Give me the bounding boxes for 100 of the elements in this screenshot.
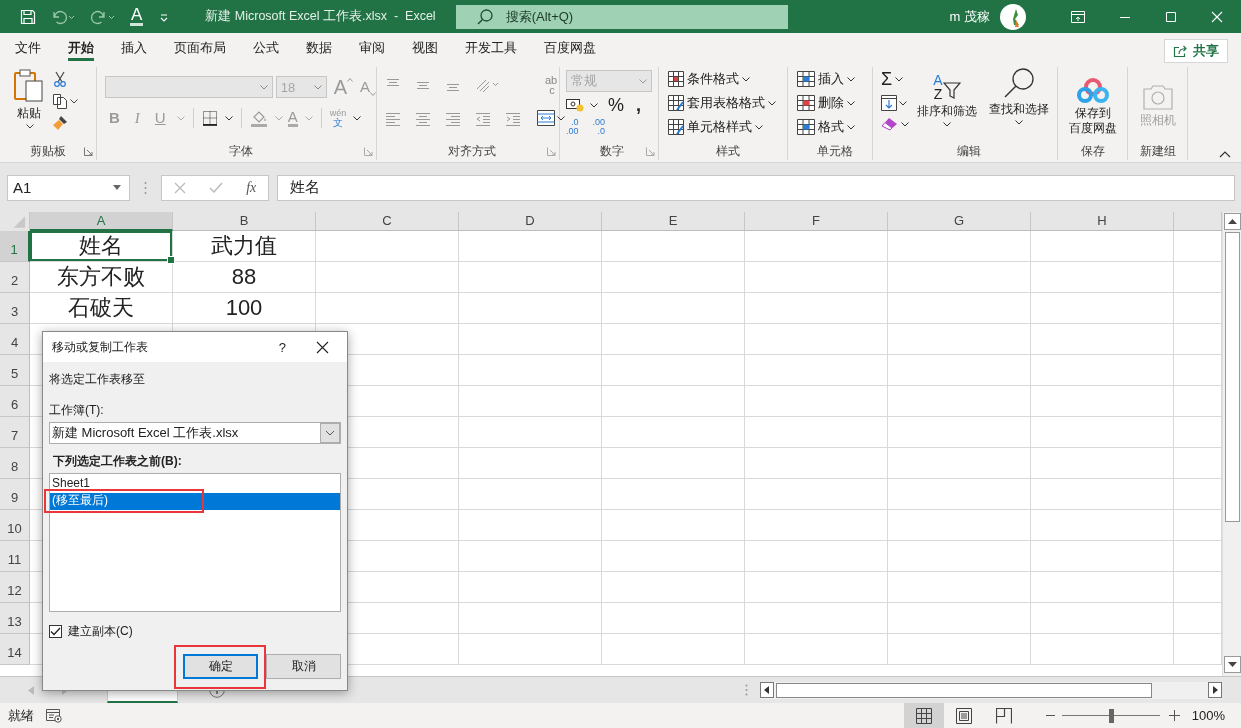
menu-tab[interactable]: 视图	[403, 33, 447, 63]
orientation-icon[interactable]	[475, 77, 501, 93]
list-item[interactable]: Sheet1	[50, 476, 340, 493]
copy-checkbox[interactable]	[49, 624, 62, 638]
row-header[interactable]: 1	[0, 231, 30, 262]
row-header[interactable]: 14	[0, 634, 30, 665]
zoom-slider-thumb[interactable]	[1108, 708, 1114, 723]
scissors-icon[interactable]	[52, 71, 68, 87]
ribbon-display-icon[interactable]	[1071, 10, 1085, 23]
scroll-up-icon[interactable]	[1223, 213, 1241, 230]
styles-button[interactable]: 单元格样式	[668, 117, 787, 137]
check-icon[interactable]	[208, 181, 223, 194]
view-button[interactable]	[903, 703, 944, 728]
decrease-indent-icon[interactable]	[475, 112, 491, 126]
menu-tab[interactable]: 数据	[297, 33, 341, 63]
cells-button[interactable]: 格式	[797, 117, 872, 137]
currency-icon[interactable]	[566, 98, 584, 112]
search-field[interactable]: 搜索(Alt+Q)	[455, 4, 788, 29]
name-box[interactable]: A1	[7, 174, 130, 201]
avatar-icon[interactable]	[1000, 3, 1026, 30]
zoom-in-icon[interactable]	[1168, 710, 1180, 721]
column-header[interactable]: G	[888, 212, 1031, 231]
eraser-icon[interactable]	[881, 117, 899, 131]
caret-icon[interactable]	[590, 102, 598, 108]
redo-icon[interactable]	[90, 8, 116, 25]
decrease-decimal-button[interactable]: .00 .0	[592, 118, 606, 136]
increase-decimal-button[interactable]: .0 .00	[566, 118, 579, 136]
row-header[interactable]: 6	[0, 386, 30, 417]
fill-handle[interactable]	[167, 256, 175, 264]
row-header[interactable]: 7	[0, 417, 30, 448]
dialog-button[interactable]: 确定	[183, 654, 258, 679]
user-name[interactable]: m 茂稼	[949, 7, 990, 26]
comma-button[interactable]: ,	[636, 96, 642, 114]
merge-center-icon[interactable]	[537, 110, 555, 126]
menu-tab[interactable]: 审阅	[350, 33, 394, 63]
column-header[interactable]: A	[30, 212, 173, 231]
fill-down-icon[interactable]	[881, 95, 897, 111]
align-right-icon[interactable]	[445, 112, 461, 126]
checkbox-label[interactable]: 建立副本(C)	[68, 623, 133, 639]
align-left-icon[interactable]	[385, 112, 401, 126]
format-painter-icon[interactable]	[52, 115, 68, 131]
menu-tab[interactable]: 插入	[112, 33, 156, 63]
save-to-cloud-button[interactable]: 保存到 百度网盘	[1068, 77, 1117, 136]
help-button[interactable]: ?	[278, 339, 286, 355]
row-header[interactable]: 10	[0, 510, 30, 541]
caret-icon[interactable]	[899, 100, 907, 106]
styles-button[interactable]: 条件格式	[668, 69, 787, 89]
autosum-button[interactable]: Σ	[881, 69, 909, 89]
increase-indent-icon[interactable]	[505, 112, 521, 126]
insert-function-button[interactable]: fx	[246, 179, 257, 196]
font-color-button[interactable]: A	[130, 7, 144, 26]
dialog-launcher-icon[interactable]	[84, 146, 93, 156]
undo-icon[interactable]	[50, 8, 76, 25]
row-header[interactable]: 2	[0, 262, 30, 293]
copy-icon[interactable]	[52, 93, 68, 109]
horizontal-scrollbar[interactable]	[760, 681, 1222, 699]
sort-filter-button[interactable]: A Z 排序和筛选	[915, 67, 979, 127]
close-icon[interactable]	[316, 340, 329, 354]
list-item[interactable]: (移至最后)	[50, 493, 340, 510]
share-button[interactable]: 共享	[1164, 39, 1228, 63]
column-header[interactable]: H	[1031, 212, 1174, 231]
accessibility-icon[interactable]	[46, 708, 62, 723]
row-header[interactable]: 8	[0, 448, 30, 479]
collapse-ribbon-icon[interactable]	[1219, 151, 1231, 158]
customize-toolbar-icon[interactable]	[159, 11, 170, 22]
menu-tab[interactable]: 开发工具	[456, 33, 526, 63]
save-icon[interactable]	[20, 8, 36, 25]
find-select-button[interactable]: 查找和选择	[985, 67, 1053, 125]
scroll-thumb[interactable]	[1224, 232, 1240, 522]
caret-icon[interactable]	[557, 115, 565, 121]
scroll-right-icon[interactable]	[1208, 682, 1222, 698]
row-header[interactable]: 11	[0, 541, 30, 572]
sheet-list[interactable]: Sheet1 (移至最后)	[49, 473, 341, 612]
row-header[interactable]: 12	[0, 572, 30, 603]
cells-button[interactable]: 删除	[797, 93, 872, 113]
scroll-thumb[interactable]	[776, 682, 1152, 698]
row-header[interactable]: 5	[0, 355, 30, 386]
row-header[interactable]: 13	[0, 603, 30, 634]
scroll-left-icon[interactable]	[760, 682, 774, 698]
cells-button[interactable]: 插入	[797, 69, 872, 89]
menu-tab[interactable]: 文件	[6, 33, 50, 63]
menu-tab[interactable]: 页面布局	[165, 33, 235, 63]
row-header[interactable]: 9	[0, 479, 30, 510]
column-header[interactable]: B	[173, 212, 316, 231]
column-header[interactable]: F	[745, 212, 888, 231]
styles-button[interactable]: 套用表格格式	[668, 93, 787, 113]
menu-tab[interactable]: 百度网盘	[535, 33, 605, 63]
row-header[interactable]: 4	[0, 324, 30, 355]
percent-button[interactable]: %	[608, 96, 624, 114]
zoom-level[interactable]: 100%	[1191, 708, 1225, 723]
menu-tab[interactable]: 公式	[244, 33, 288, 63]
workbook-dropdown[interactable]: 新建 Microsoft Excel 工作表.xlsx	[49, 422, 341, 444]
caret-icon[interactable]	[901, 121, 909, 127]
menu-tab[interactable]: 开始	[59, 33, 103, 63]
column-header[interactable]: C	[316, 212, 459, 231]
paste-button[interactable]: 粘贴	[14, 69, 44, 129]
column-header[interactable]: D	[459, 212, 602, 231]
align-center-icon[interactable]	[415, 112, 431, 126]
row-header[interactable]: 3	[0, 293, 30, 324]
dialog-button[interactable]: 取消	[266, 654, 341, 679]
